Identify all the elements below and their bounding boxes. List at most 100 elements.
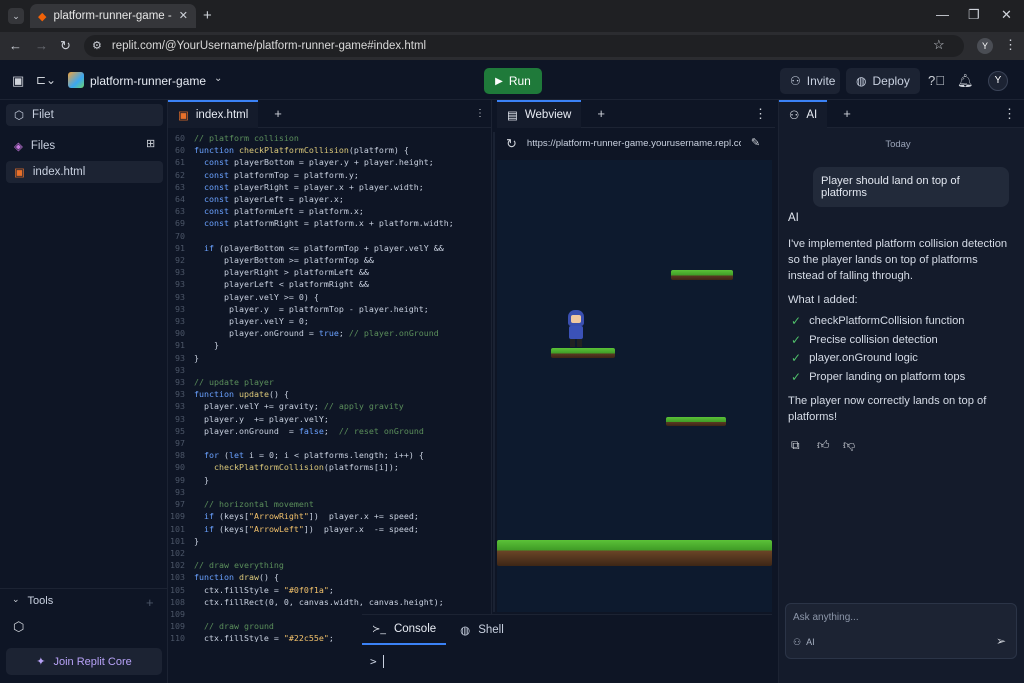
forward-icon[interactable]: → (35, 39, 48, 52)
thumbs-down-icon[interactable]: 👎︎ (843, 439, 855, 451)
line-text: // update player (194, 377, 274, 388)
profile-avatar[interactable]: Y (977, 38, 993, 54)
code-line[interactable]: 93} (168, 352, 492, 364)
game-canvas[interactable] (497, 160, 772, 612)
user-avatar[interactable]: Y (988, 71, 1008, 91)
code-line[interactable]: 70 (168, 230, 492, 242)
check-icon: ✓ (791, 332, 802, 347)
code-line[interactable]: 90 player.onGround = true; // player.onG… (168, 327, 492, 339)
file-item-index-html[interactable]: ▣ index.html (6, 161, 163, 183)
code-line[interactable]: 97 // horizontal movement (168, 498, 492, 510)
send-icon[interactable]: ➢ (996, 635, 1006, 647)
browser-tab[interactable]: ◆ platform-runner-game - Replit ✕ (30, 4, 196, 28)
code-line[interactable]: 97 (168, 437, 492, 449)
webview-url[interactable]: https://platform-runner-game.yourusernam… (527, 138, 741, 149)
code-line[interactable]: 91 if (playerBottom <= platformTop + pla… (168, 242, 492, 254)
tab-webview[interactable]: ▤ Webview (497, 99, 582, 128)
code-line[interactable]: 63 const platformLeft = platform.x; (168, 205, 492, 217)
site-settings-icon[interactable]: ⚙ (92, 40, 102, 52)
code-line[interactable]: 93 player.velY += gravity; // apply grav… (168, 400, 492, 412)
run-button[interactable]: ▶ Run (484, 68, 542, 94)
code-line[interactable]: 93 player.y += player.velY; (168, 413, 492, 425)
code-line[interactable]: 101 if (keys["ArrowLeft"]) player.x -= s… (168, 523, 492, 535)
edit-url-icon[interactable]: ✎ (751, 137, 760, 149)
thumbs-up-icon[interactable]: 👍︎ (817, 439, 830, 451)
code-line[interactable]: 93 player.velY = 0; (168, 315, 492, 327)
bell-icon[interactable]: 🔔︎ (957, 74, 974, 87)
join-core-button[interactable]: ✦ Join Replit Core (6, 648, 162, 675)
code-line[interactable]: 93 player.y = platformTop - player.heigh… (168, 303, 492, 315)
code-line[interactable]: 64 const playerLeft = player.x; (168, 193, 492, 205)
tab-index-html[interactable]: ▣ index.html (168, 99, 259, 128)
add-tab-icon[interactable]: + (274, 107, 282, 120)
minimize-icon[interactable]: — (936, 8, 949, 21)
code-line[interactable]: 60 // platform collision (168, 132, 492, 144)
reload-icon[interactable]: ↻ (506, 137, 517, 150)
deploy-button[interactable]: ◍ Deploy (846, 68, 920, 94)
code-line[interactable]: 93 (168, 364, 492, 376)
code-line[interactable]: 93 // update player (168, 376, 492, 388)
code-content[interactable]: 60 // platform collision 60 function checkP… (168, 132, 492, 642)
project-switcher[interactable]: platform-runner-game ⌄ (90, 74, 222, 89)
console-input-line[interactable]: > (362, 645, 772, 678)
workspace-menu-icon[interactable]: ⊏⌄ (36, 74, 56, 86)
back-icon[interactable]: ← (9, 39, 22, 52)
window-close-icon[interactable]: ✕ (1001, 8, 1012, 21)
ai-reply-intro: I've implemented platform collision dete… (788, 238, 1008, 282)
add-tab-icon[interactable]: + (597, 107, 605, 120)
code-line[interactable]: 99 } (168, 474, 492, 486)
code-line[interactable]: 102 (168, 547, 492, 559)
code-line[interactable]: 63 const playerRight = player.x + player… (168, 181, 492, 193)
code-line[interactable]: 69 const platformRight = platform.x + pl… (168, 217, 492, 229)
tools-header[interactable]: ⌄ Tools (12, 595, 53, 608)
pane-resize-handle[interactable] (493, 132, 495, 612)
code-line[interactable]: 95 player.onGround = false; // reset onG… (168, 425, 492, 437)
code-line[interactable]: 91 } (168, 339, 492, 351)
code-line[interactable]: 102 // draw everything (168, 559, 492, 571)
code-line[interactable]: 60 function checkPlatformCollision(platfo… (168, 144, 492, 156)
add-tab-icon[interactable]: + (843, 107, 851, 120)
code-line[interactable]: 92 playerBottom >= platformTop && (168, 254, 492, 266)
add-tool-icon[interactable]: + (146, 596, 154, 609)
split-pane-icon[interactable]: ⋮ (475, 108, 485, 119)
line-number: 92 (175, 255, 185, 266)
pane-menu-icon[interactable]: ⋮ (754, 107, 767, 120)
code-line[interactable]: 98 for (let i = 0; i < platforms.length;… (168, 449, 492, 461)
terminal-icon: ≻_ (372, 623, 386, 635)
code-line[interactable]: 101} (168, 535, 492, 547)
code-line[interactable]: 105 ctx.fillStyle = "#0f0f1a"; (168, 584, 492, 596)
tab-console[interactable]: ≻_ Console (362, 615, 447, 645)
code-line[interactable]: 90 checkPlatformCollision(platforms[i]); (168, 461, 492, 473)
code-line[interactable]: 93 function update() { (168, 388, 492, 400)
ai-input-box[interactable]: Ask anything... ⚇ AI ➢ (785, 603, 1017, 659)
tab-search-chevron-icon[interactable]: ⌄ (8, 8, 24, 24)
code-line[interactable]: 108 ctx.fillRect(0, 0, canvas.width, can… (168, 596, 492, 608)
tab-ai[interactable]: ⚇ AI (779, 99, 828, 128)
address-bar[interactable]: ⚙ replit.com/@YourUsername/platform-runn… (84, 35, 964, 57)
invite-button[interactable]: ⚇ Invite (780, 68, 840, 94)
help-icon[interactable]: ?⃝ (928, 74, 945, 87)
code-line[interactable]: 109 if (keys["ArrowRight"]) player.x += … (168, 510, 492, 522)
bookmark-star-icon[interactable]: ☆ (933, 38, 945, 51)
tab-shell[interactable]: ◍ Shell (446, 623, 518, 637)
pane-menu-icon[interactable]: ⋮ (1003, 107, 1016, 120)
sidebar-toggle-icon[interactable]: ▣ (12, 74, 24, 87)
files-panel-tab[interactable]: ⬡ Filet (6, 104, 163, 126)
code-line[interactable]: 93 player.velY >= 0) { (168, 291, 492, 303)
copy-icon[interactable]: ⧉ (791, 439, 800, 451)
code-line[interactable]: 103 function draw() { (168, 571, 492, 583)
line-text: function update() { (194, 389, 289, 400)
code-line[interactable]: 93 playerLeft < platformRight && (168, 278, 492, 290)
maximize-icon[interactable]: ❐ (968, 8, 980, 21)
code-line[interactable]: 61 const playerBottom = player.y + playe… (168, 156, 492, 168)
code-line[interactable]: 62 const platformTop = platform.y; (168, 169, 492, 181)
new-tab-icon[interactable]: + (203, 8, 212, 23)
code-line[interactable]: 93 (168, 486, 492, 498)
new-file-icon[interactable]: ⊞ (146, 139, 155, 150)
code-line[interactable]: 93 playerRight > platformLeft && (168, 266, 492, 278)
browser-menu-icon[interactable]: ⋮ (1004, 38, 1017, 51)
ai-mode-selector[interactable]: ⚇ AI (793, 637, 815, 648)
close-tab-icon[interactable]: ✕ (179, 10, 188, 22)
reload-icon[interactable]: ↻ (60, 39, 71, 52)
tool-icon[interactable]: ⬡ (13, 620, 24, 633)
